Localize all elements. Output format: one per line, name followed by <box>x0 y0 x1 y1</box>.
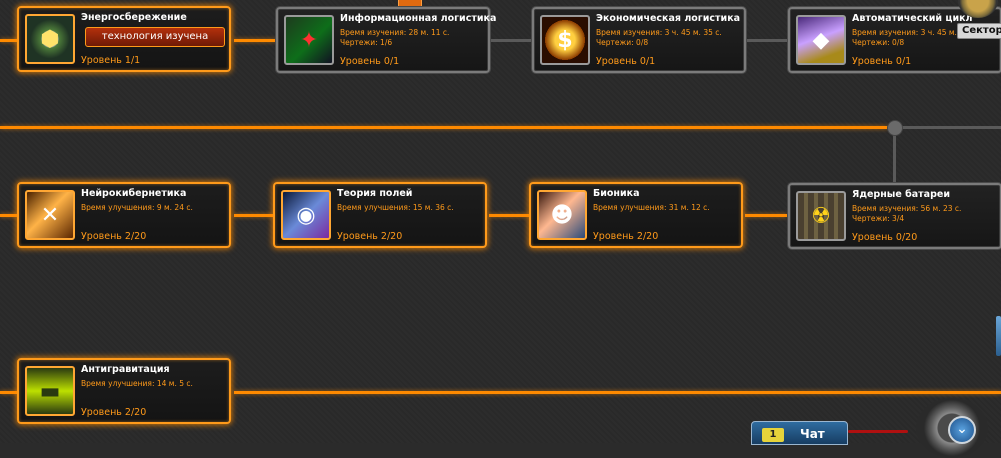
tech-title: Ядерные батареи <box>852 189 950 200</box>
network-icon: ✦ <box>284 15 334 65</box>
sector-tab[interactable]: Сектор <box>957 23 1001 39</box>
tech-level: Уровень 0/20 <box>852 232 918 243</box>
cyborg-icon: ☻ <box>537 190 587 240</box>
connector <box>234 214 273 217</box>
tech-level: Уровень 0/1 <box>852 56 912 67</box>
chevron-down-icon[interactable]: ⌄ <box>948 416 976 444</box>
tech-card-economic-logistics[interactable]: $ Экономическая логистика Время изучения… <box>532 7 746 73</box>
upgrade-time: Время улучшения: 15 м. 36 с. <box>337 203 454 212</box>
tech-card-antigravity[interactable]: ▬ Антигравитация Время улучшения: 14 м. … <box>17 358 231 424</box>
tech-card-info-logistics[interactable]: ✦ Информационная логистика Время изучени… <box>276 7 496 73</box>
research-time: Время изучения: 28 м. 11 с. <box>340 28 450 37</box>
tech-title: Антигравитация <box>81 364 170 375</box>
tech-card-bionics[interactable]: ☻ Бионика Время улучшения: 31 м. 12 с. У… <box>529 182 743 248</box>
tech-card-neurocybernetics[interactable]: ✕ Нейрокибернетика Время улучшения: 9 м.… <box>17 182 231 248</box>
blueprints-count: Чертежи: 0/8 <box>596 38 649 47</box>
blueprints-count: Чертежи: 1/6 <box>340 38 393 47</box>
connector <box>234 39 276 42</box>
connector-node <box>887 120 903 136</box>
dollar-icon: $ <box>540 15 590 65</box>
upgrade-time: Время улучшения: 9 м. 24 с. <box>81 203 193 212</box>
tech-card-nuclear-batteries[interactable]: ☢ Ядерные батареи Время изучения: 56 м. … <box>788 183 1001 249</box>
tech-level: Уровень 0/1 <box>340 56 400 67</box>
robot-icon: ◉ <box>281 190 331 240</box>
blueprints-count: Чертежи: 0/8 <box>852 38 905 47</box>
chat-button[interactable]: 1 Чат <box>751 421 848 445</box>
tech-level: Уровень 2/20 <box>81 407 147 418</box>
chat-unread-badge: 1 <box>762 428 784 442</box>
tech-title: Экономическая логистика <box>596 13 741 24</box>
tech-level: Уровень 1/1 <box>81 55 141 66</box>
energy-icon: ⬢ <box>25 14 75 64</box>
connector <box>489 214 529 217</box>
tech-card-automatic-cycle[interactable]: ◆ Автоматический цикл Время изучения: 3 … <box>788 7 1001 73</box>
crystal-icon: ◆ <box>796 15 846 65</box>
tech-card-field-theory[interactable]: ◉ Теория полей Время улучшения: 15 м. 36… <box>273 182 487 248</box>
connector <box>0 214 18 217</box>
tech-title: Энергосбережение <box>81 12 187 23</box>
tech-level: Уровень 2/20 <box>593 231 659 242</box>
research-time: Время изучения: 3 ч. 45 м. 35 с. <box>596 28 722 37</box>
connector <box>0 39 18 42</box>
blueprints-count: Чертежи: 3/4 <box>852 214 905 223</box>
tech-title: Бионика <box>593 188 640 199</box>
upgrade-time: Время улучшения: 14 м. 5 с. <box>81 379 193 388</box>
antigravity-icon: ▬ <box>25 366 75 416</box>
connector <box>898 126 1001 129</box>
connector <box>0 391 18 394</box>
research-time: Время изучения: 56 м. 23 с. <box>852 204 962 213</box>
tech-level: Уровень 0/1 <box>596 56 656 67</box>
tech-level: Уровень 2/20 <box>81 231 147 242</box>
tech-card-energy-saving[interactable]: ⬢ Энергосбережение технология изучена Ур… <box>17 6 231 72</box>
upgrade-time: Время улучшения: 31 м. 12 с. <box>593 203 710 212</box>
connector <box>744 39 787 42</box>
connector <box>234 391 1001 394</box>
tech-title: Информационная логистика <box>340 13 497 24</box>
researched-button[interactable]: технология изучена <box>85 27 225 47</box>
tech-title: Нейрокибернетика <box>81 188 187 199</box>
chat-label: Чат <box>800 427 825 441</box>
connector <box>893 130 896 182</box>
tech-level: Уровень 2/20 <box>337 231 403 242</box>
connector <box>745 214 787 217</box>
battery-icon: ☢ <box>796 191 846 241</box>
tech-title: Теория полей <box>337 188 413 199</box>
connector <box>489 39 531 42</box>
connector <box>0 126 888 129</box>
dna-icon: ✕ <box>25 190 75 240</box>
tech-title: Автоматический цикл <box>852 13 973 24</box>
side-scroll-tab[interactable] <box>996 316 1001 356</box>
cable-decoration <box>848 430 908 433</box>
